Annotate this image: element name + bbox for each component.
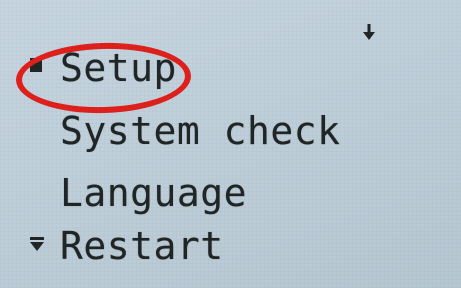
menu-item-language[interactable]: Language <box>30 169 247 217</box>
menu-item-label: Restart <box>60 224 224 268</box>
scroll-down-arrow-icon <box>363 24 375 40</box>
lcd-screen: Setup System check Language Restart <box>0 0 461 288</box>
menu-item-label: Language <box>60 171 248 215</box>
more-items-down-icon <box>30 237 44 251</box>
menu-item-label: System check <box>60 109 341 153</box>
menu-item-restart[interactable]: Restart <box>30 222 224 270</box>
menu-item-system-check[interactable]: System check <box>30 107 341 155</box>
